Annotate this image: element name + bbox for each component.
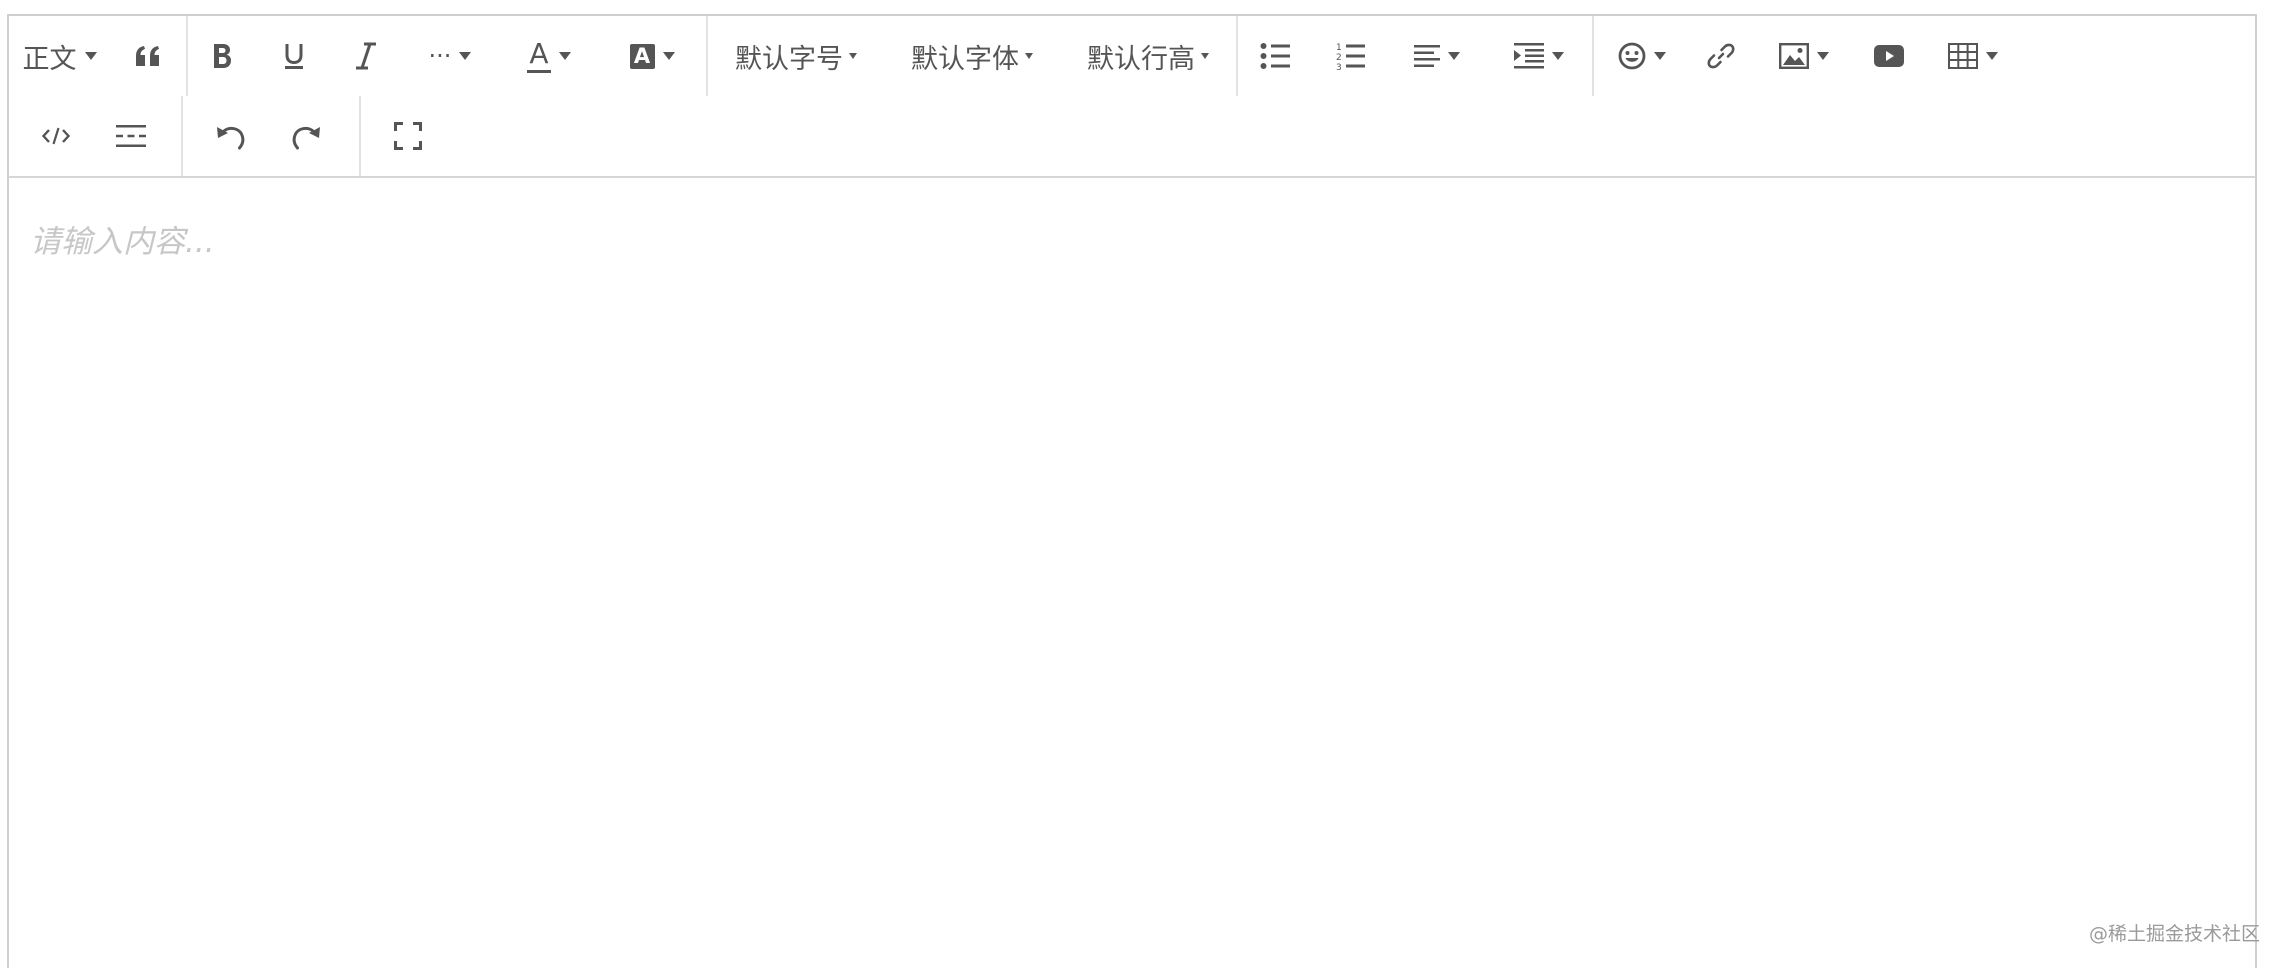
- font-color-button[interactable]: A: [500, 16, 598, 96]
- bullet-list-icon: [1260, 43, 1290, 69]
- emoji-icon: [1618, 42, 1646, 70]
- video-button[interactable]: [1856, 16, 1922, 96]
- table-icon: [1948, 43, 1978, 69]
- numbered-list-button[interactable]: 1 2 3: [1312, 16, 1388, 96]
- chevron-down-icon: [1817, 52, 1829, 60]
- align-icon: [1414, 45, 1440, 67]
- editor-content-area[interactable]: 请输入内容...: [9, 178, 2255, 968]
- chevron-down-icon: [559, 52, 571, 60]
- quote-icon: [136, 46, 159, 66]
- undo-button[interactable]: [183, 96, 279, 176]
- divider-icon: [116, 125, 146, 147]
- bg-color-icon: A: [629, 43, 655, 69]
- toolbar-row-2: [9, 96, 455, 176]
- font-size-select[interactable]: 默认字号: [708, 16, 884, 96]
- font-family-select[interactable]: 默认字体: [884, 16, 1060, 96]
- editor-placeholder: 请输入内容...: [30, 224, 215, 260]
- editor-toolbar: 正文 ··· A A 默认字号 默认字体 默认行高 1 2 3: [9, 16, 2255, 178]
- image-icon: [1779, 43, 1809, 69]
- watermark: @稀土掘金技术社区: [2088, 923, 2260, 945]
- code-icon: [42, 127, 70, 145]
- font-color-icon: A: [527, 36, 551, 73]
- indent-icon: [1514, 43, 1544, 69]
- toolbar-row-1: 正文 ··· A A 默认字号 默认字体 默认行高 1 2 3: [9, 16, 2024, 96]
- svg-text:3: 3: [1336, 63, 1342, 70]
- chevron-down-icon: [1448, 52, 1460, 60]
- table-button[interactable]: [1922, 16, 2024, 96]
- video-icon: [1874, 45, 1904, 67]
- more-icon: ···: [428, 42, 452, 70]
- underline-icon: [285, 44, 303, 69]
- fullscreen-button[interactable]: [361, 96, 455, 176]
- chevron-down-icon: [1201, 53, 1209, 59]
- fullscreen-icon: [394, 122, 422, 150]
- chevron-down-icon: [662, 52, 675, 60]
- line-height-select[interactable]: 默认行高: [1060, 16, 1236, 96]
- numbered-list-icon: 1 2 3: [1336, 43, 1365, 70]
- quote-button[interactable]: [110, 16, 186, 96]
- emoji-button[interactable]: [1594, 16, 1690, 96]
- underline-button[interactable]: [256, 16, 332, 96]
- split-line-button[interactable]: [103, 96, 159, 176]
- chevron-down-icon: [849, 53, 857, 59]
- bg-color-letter: A: [633, 43, 651, 68]
- link-icon: [1707, 43, 1735, 69]
- bold-icon: [214, 44, 231, 68]
- chevron-down-icon: [459, 52, 472, 60]
- font-color-underline: [527, 69, 551, 73]
- chevron-down-icon: [1552, 52, 1564, 60]
- font-size-select-label: 默认字号: [735, 43, 843, 75]
- bold-button[interactable]: [188, 16, 256, 96]
- font-family-select-label: 默认字体: [911, 43, 1019, 75]
- indent-button[interactable]: [1486, 16, 1592, 96]
- chevron-down-icon: [84, 52, 97, 60]
- redo-button[interactable]: [279, 96, 333, 176]
- bullet-list-button[interactable]: [1238, 16, 1312, 96]
- undo-icon: [217, 126, 245, 150]
- code-button[interactable]: [9, 96, 103, 176]
- heading-select-label: 正文: [22, 43, 77, 75]
- svg-text:2: 2: [1336, 53, 1342, 63]
- more-styles-button[interactable]: ···: [400, 16, 500, 96]
- align-button[interactable]: [1388, 16, 1486, 96]
- font-color-letter: A: [529, 36, 549, 70]
- image-button[interactable]: [1752, 16, 1856, 96]
- rich-text-editor: 正文 ··· A A 默认字号 默认字体 默认行高 1 2 3 请输入内容...: [7, 14, 2257, 968]
- chevron-down-icon: [1654, 52, 1666, 60]
- italic-button[interactable]: [332, 16, 400, 96]
- link-button[interactable]: [1690, 16, 1752, 96]
- line-height-select-label: 默认行高: [1087, 43, 1195, 75]
- chevron-down-icon: [1986, 52, 1998, 60]
- redo-icon: [292, 126, 320, 150]
- italic-icon: [356, 42, 376, 70]
- heading-select[interactable]: 正文: [9, 16, 110, 96]
- background-color-button[interactable]: A: [598, 16, 706, 96]
- svg-text:1: 1: [1336, 43, 1342, 53]
- chevron-down-icon: [1025, 53, 1033, 59]
